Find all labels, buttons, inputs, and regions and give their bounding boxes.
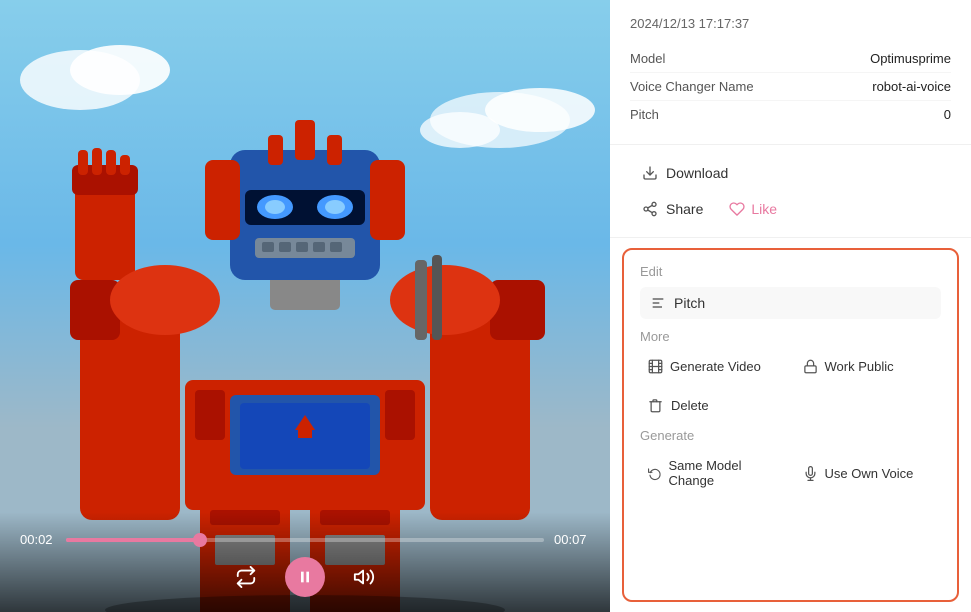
generate-section-title: Generate [640, 428, 941, 443]
edit-section-title: Edit [640, 264, 941, 279]
pause-button[interactable] [285, 557, 325, 597]
same-model-icon [648, 466, 662, 481]
share-label: Share [666, 201, 703, 217]
share-icon [642, 201, 658, 217]
same-model-button[interactable]: Same Model Change [640, 451, 787, 495]
use-own-voice-label: Use Own Voice [825, 466, 914, 481]
progress-thumb [193, 533, 207, 547]
share-button[interactable]: Share [630, 193, 715, 225]
repeat-icon [235, 566, 257, 588]
actions-row: Share Like [630, 193, 951, 225]
video-panel: 00:02 00:07 [0, 0, 610, 612]
actions-section: Download Share Like [610, 145, 971, 238]
voice-changer-label: Voice Changer Name [630, 79, 754, 94]
pitch-edit-label: Pitch [674, 295, 705, 311]
volume-icon [353, 566, 375, 588]
info-table: Model Optimusprime Voice Changer Name ro… [630, 45, 951, 128]
delete-icon [648, 398, 663, 413]
work-public-button[interactable]: Work Public [795, 352, 942, 381]
pause-icon [297, 569, 313, 585]
timestamp: 2024/12/13 17:17:37 [630, 16, 951, 31]
controls-row [20, 557, 590, 597]
model-label: Model [630, 51, 665, 66]
current-time: 00:02 [20, 532, 56, 547]
generate-grid: Same Model Change Use Own Voice [640, 451, 941, 495]
voice-changer-value: robot-ai-voice [872, 79, 951, 94]
work-public-icon [803, 359, 818, 374]
generate-video-label: Generate Video [670, 359, 761, 374]
model-value: Optimusprime [870, 51, 951, 66]
total-time: 00:07 [554, 532, 590, 547]
voice-changer-row: Voice Changer Name robot-ai-voice [630, 73, 951, 101]
progress-bar-container: 00:02 00:07 [20, 532, 590, 547]
like-button[interactable]: Like [715, 193, 791, 225]
edit-panel: Edit Pitch More [622, 248, 959, 602]
like-label: Like [751, 201, 777, 217]
work-public-label: Work Public [825, 359, 894, 374]
generate-video-button[interactable]: Generate Video [640, 352, 787, 381]
delete-label: Delete [671, 398, 709, 413]
pitch-info-label: Pitch [630, 107, 659, 122]
same-model-label: Same Model Change [669, 458, 779, 488]
download-label: Download [666, 165, 728, 181]
delete-button[interactable]: Delete [640, 391, 717, 420]
right-panel: 2024/12/13 17:17:37 Model Optimusprime V… [610, 0, 971, 612]
download-button[interactable]: Download [630, 157, 740, 189]
volume-button[interactable] [349, 562, 379, 592]
pitch-info-value: 0 [944, 107, 951, 122]
pitch-edit-item[interactable]: Pitch [640, 287, 941, 319]
more-section-title: More [640, 329, 941, 344]
model-row: Model Optimusprime [630, 45, 951, 73]
pitch-icon [650, 295, 666, 311]
generate-video-icon [648, 359, 663, 374]
use-own-voice-button[interactable]: Use Own Voice [795, 451, 942, 495]
download-icon [642, 165, 658, 181]
more-grid: Generate Video Work Public [640, 352, 941, 381]
pitch-info-row: Pitch 0 [630, 101, 951, 128]
progress-track[interactable] [66, 538, 544, 542]
player-controls: 00:02 00:07 [0, 512, 610, 612]
microphone-icon [803, 466, 818, 481]
info-section: 2024/12/13 17:17:37 Model Optimusprime V… [610, 0, 971, 145]
progress-fill [66, 538, 200, 542]
repeat-button[interactable] [231, 562, 261, 592]
like-icon [729, 201, 745, 217]
